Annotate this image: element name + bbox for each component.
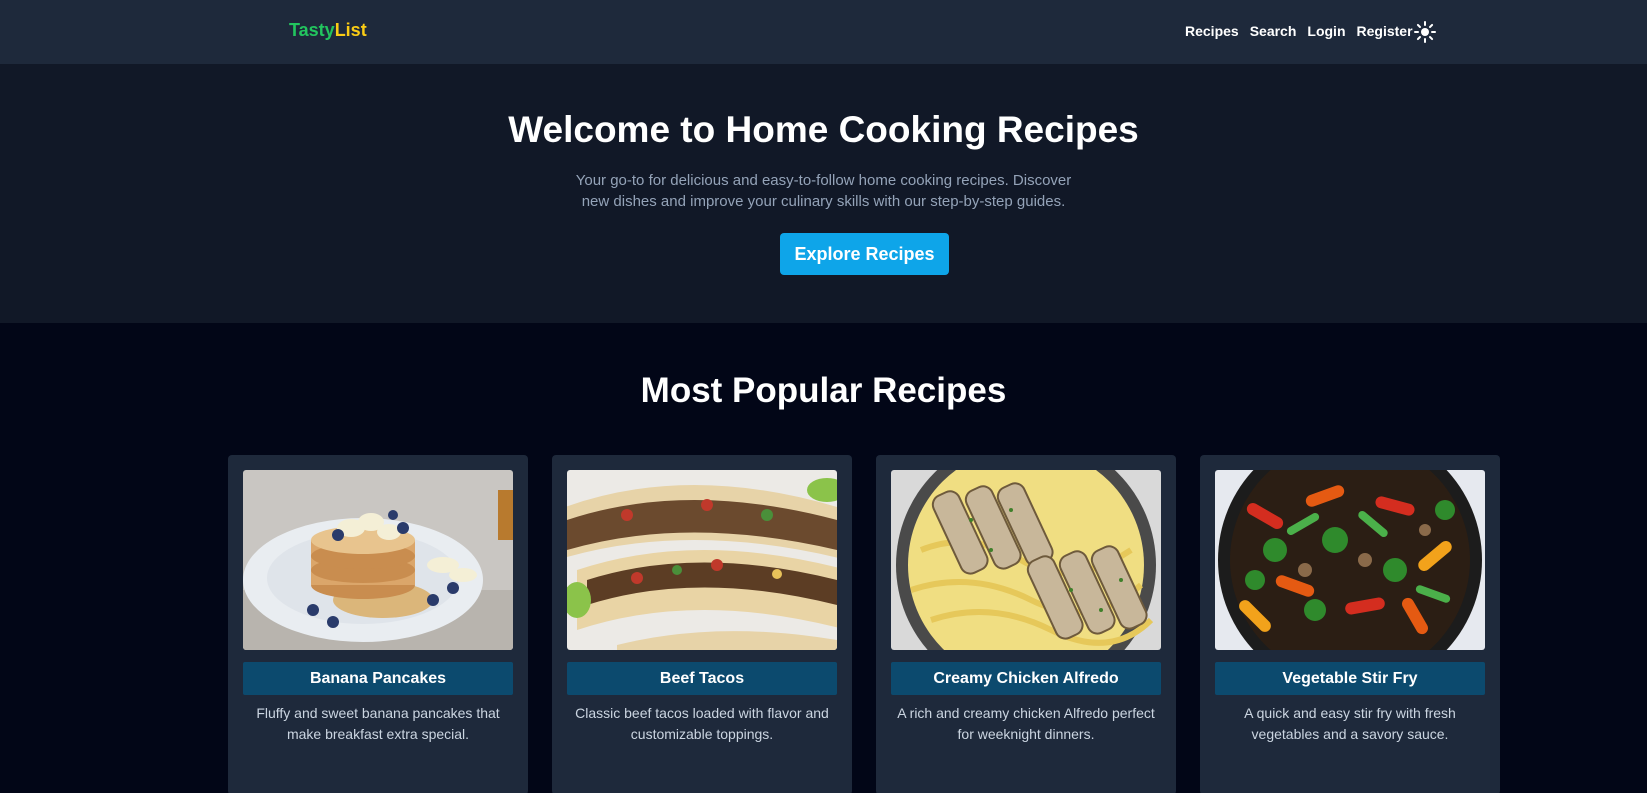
card-title[interactable]: Creamy Chicken Alfredo	[891, 662, 1161, 695]
nav-link-search[interactable]: Search	[1250, 23, 1297, 39]
nav-link-login[interactable]: Login	[1307, 23, 1345, 39]
nav-link-register[interactable]: Register	[1357, 23, 1413, 39]
hero-title: Welcome to Home Cooking Recipes	[508, 109, 1139, 150]
nav-link-recipes[interactable]: Recipes	[1185, 23, 1239, 39]
card-description: A rich and creamy chicken Alfredo perfec…	[897, 705, 1155, 742]
vegetable-stir-fry-image[interactable]	[1215, 470, 1485, 650]
recipe-card-creamy-chicken-alfredo[interactable]: Creamy Chicken Alfredo A rich and creamy…	[876, 455, 1176, 793]
card-description: Classic beef tacos loaded with flavor an…	[575, 705, 829, 742]
creamy-chicken-alfredo-image[interactable]	[891, 470, 1161, 650]
recipe-cards: Banana Pancakes Fluffy and sweet banana …	[228, 455, 1500, 793]
recipe-card-banana-pancakes[interactable]: Banana Pancakes Fluffy and sweet banana …	[228, 455, 528, 793]
banana-pancakes-image[interactable]	[243, 470, 513, 650]
popular-title: Most Popular Recipes	[640, 371, 1007, 410]
card-description: Fluffy and sweet banana pancakes that ma…	[256, 705, 500, 742]
logo-part-list: List	[334, 20, 367, 40]
navbar: TastyList Recipes Search Login Register	[0, 0, 1647, 64]
recipe-card-beef-tacos[interactable]: Beef Tacos Classic beef tacos loaded wit…	[552, 455, 852, 793]
beef-tacos-image[interactable]	[567, 470, 837, 650]
explore-recipes-button[interactable]: Explore Recipes	[780, 233, 949, 275]
hero-subtitle: Your go-to for delicious and easy-to-fol…	[575, 172, 1072, 210]
theme-toggle-button[interactable]	[1413, 20, 1437, 44]
card-title[interactable]: Beef Tacos	[567, 662, 837, 695]
nav-links: Recipes Search Login Register	[1185, 23, 1413, 39]
logo[interactable]: TastyList	[289, 20, 367, 41]
card-title[interactable]: Banana Pancakes	[243, 662, 513, 695]
logo-part-tasty: Tasty	[289, 20, 335, 40]
card-description: A quick and easy stir fry with fresh veg…	[1244, 705, 1456, 742]
sun-icon	[1414, 21, 1436, 43]
hero-section: Welcome to Home Cooking Recipes Your go-…	[0, 64, 1647, 323]
card-title[interactable]: Vegetable Stir Fry	[1215, 662, 1485, 695]
recipe-card-vegetable-stir-fry[interactable]: Vegetable Stir Fry A quick and easy stir…	[1200, 455, 1500, 793]
